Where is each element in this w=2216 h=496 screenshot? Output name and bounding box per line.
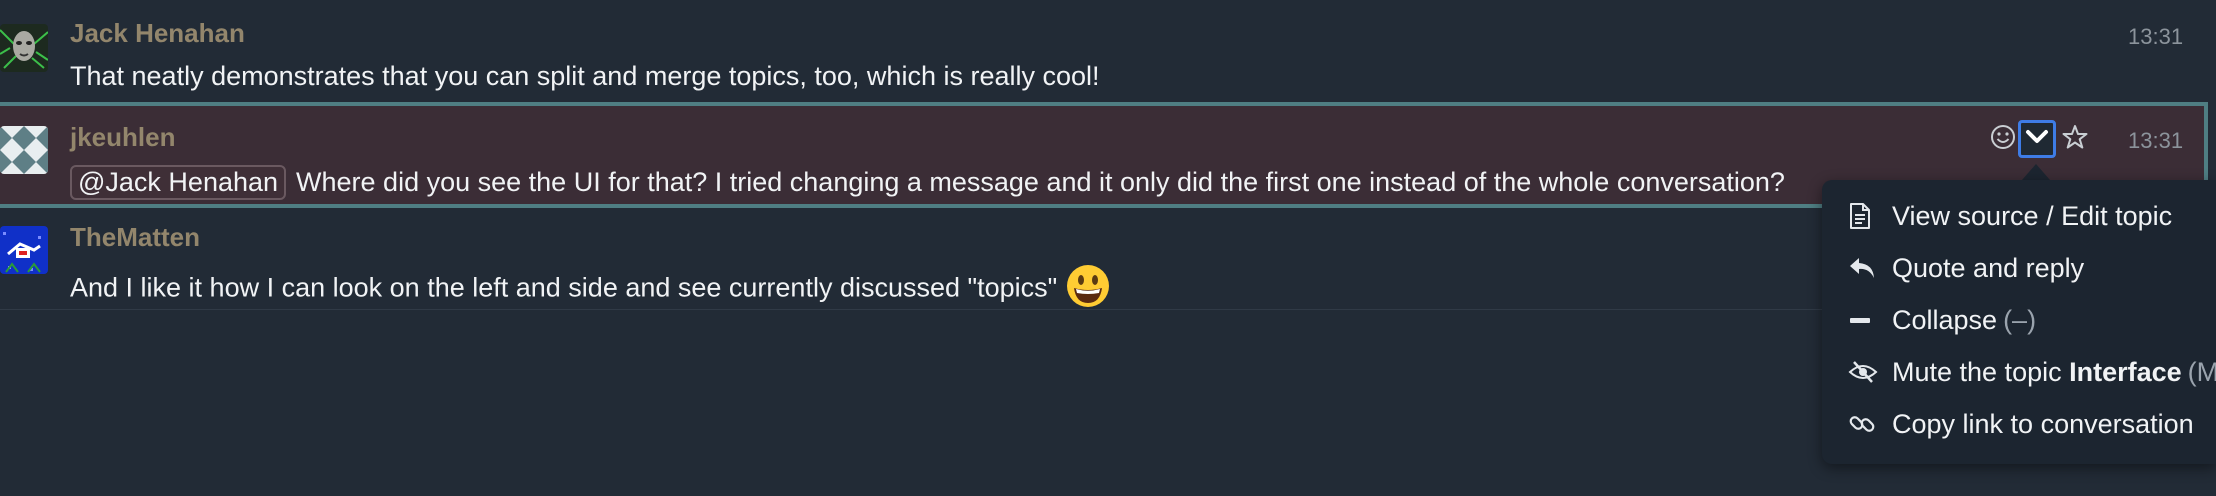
avatar[interactable] — [0, 226, 48, 274]
message-text: @Jack Henahan Where did you see the UI fo… — [70, 165, 1785, 200]
document-icon — [1848, 201, 1878, 231]
message-text-content: And I like it how I can look on the left… — [70, 272, 1058, 303]
avatar[interactable] — [0, 126, 48, 174]
link-icon — [1848, 409, 1878, 439]
reply-icon — [1848, 253, 1878, 283]
menu-item-mute-topic[interactable]: Mute the topic Interface (M) — [1848, 352, 2216, 392]
menu-item-copy-link[interactable]: Copy link to conversation — [1848, 404, 2194, 444]
sender-name[interactable]: TheMatten — [70, 222, 200, 253]
star-icon — [2061, 123, 2089, 156]
message-row[interactable]: Jack Henahan That neatly demonstrates th… — [0, 0, 2216, 102]
sender-name[interactable]: jkeuhlen — [70, 122, 175, 153]
menu-item-view-source[interactable]: View source / Edit topic — [1848, 196, 2172, 236]
keyboard-shortcut-hint: (M) — [2187, 356, 2216, 387]
user-mention[interactable]: @Jack Henahan — [70, 165, 287, 200]
chevron-down-icon — [2025, 127, 2049, 152]
sender-name[interactable]: Jack Henahan — [70, 18, 245, 49]
menu-item-label: View source / Edit topic — [1892, 200, 2173, 231]
topic-name: Interface — [2069, 356, 2182, 387]
menu-item-label: Mute the topic — [1892, 356, 2062, 387]
message-actions-dropdown: View source / Edit topic Quote and reply… — [1822, 180, 2216, 464]
message-feed: Jack Henahan That neatly demonstrates th… — [0, 0, 2216, 496]
message-text-content: Where did you see the UI for that? I tri… — [296, 167, 1785, 197]
menu-item-quote-reply[interactable]: Quote and reply — [1848, 248, 2084, 288]
add-reaction-button[interactable] — [1984, 120, 2022, 158]
message-text: And I like it how I can look on the left… — [70, 263, 1111, 316]
menu-item-label: Collapse — [1892, 304, 1998, 335]
eye-slash-icon — [1848, 357, 1878, 387]
message-timestamp[interactable]: 13:31 — [2128, 24, 2183, 50]
keyboard-shortcut-hint: (–) — [2003, 304, 2037, 335]
menu-item-label: Copy link to conversation — [1892, 408, 2194, 439]
message-actions-menu-button[interactable] — [2018, 120, 2056, 158]
menu-caret — [2022, 164, 2050, 180]
smiley-icon — [1990, 124, 2016, 155]
message-text: That neatly demonstrates that you can sp… — [70, 61, 1100, 91]
star-message-button[interactable] — [2056, 120, 2094, 158]
avatar[interactable] — [0, 24, 48, 72]
message-timestamp[interactable]: 13:31 — [2128, 128, 2183, 154]
menu-item-label: Quote and reply — [1892, 252, 2085, 283]
grinning-face-emoji — [1065, 263, 1111, 316]
menu-item-collapse[interactable]: Collapse (–) — [1848, 300, 2036, 340]
minus-icon — [1848, 305, 1878, 335]
